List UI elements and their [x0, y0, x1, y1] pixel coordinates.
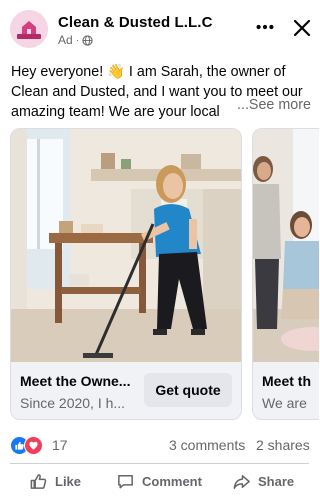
get-quote-button[interactable]: Get quote	[144, 373, 232, 407]
card-footer: Meet th We are	[253, 362, 319, 419]
like-label: Like	[55, 473, 82, 489]
close-icon	[293, 19, 311, 37]
share-label: Share	[258, 473, 295, 489]
card-image-team[interactable]	[253, 129, 319, 362]
love-reaction-icon	[24, 436, 43, 455]
post-header: Clean & Dusted L.L.C Ad ·	[0, 0, 319, 56]
card-title[interactable]: Meet the Owne...	[20, 373, 142, 389]
post-meta: Ad ·	[58, 33, 93, 47]
post-actions: Like Comment Share	[0, 465, 319, 497]
card-subtitle: We are	[262, 395, 307, 411]
comment-label: Comment	[142, 473, 202, 489]
comment-button[interactable]: Comment	[116, 469, 202, 493]
reaction-count[interactable]: 17	[52, 437, 68, 453]
carousel-card[interactable]: Meet th We are	[252, 128, 319, 420]
ad-carousel[interactable]: Meet the Owne... Since 2020, I h... Get …	[0, 128, 319, 423]
thumbs-up-icon	[30, 473, 47, 489]
comments-count[interactable]: 3 comments	[169, 437, 245, 453]
page-avatar[interactable]	[10, 10, 48, 48]
globe-icon	[82, 34, 93, 46]
more-options-button[interactable]	[252, 14, 278, 40]
close-button[interactable]	[290, 16, 314, 40]
share-button[interactable]: Share	[232, 469, 294, 493]
card-title[interactable]: Meet th	[262, 373, 311, 389]
share-icon	[233, 474, 250, 489]
comment-icon	[118, 474, 133, 488]
card-subtitle: Since 2020, I h...	[20, 395, 126, 411]
reactions-summary: 17 3 comments 2 shares	[0, 432, 319, 458]
sponsored-label[interactable]: Ad	[58, 33, 73, 47]
page-name[interactable]: Clean & Dusted L.L.C	[58, 14, 213, 31]
card-image-owner-mopping[interactable]	[11, 129, 241, 362]
reaction-icons[interactable]	[10, 436, 50, 455]
post-body-text: Hey everyone! 👋 I am Sarah, the owner of…	[11, 64, 303, 120]
divider	[10, 463, 309, 464]
card-footer: Meet the Owne... Since 2020, I h... Get …	[11, 362, 241, 419]
more-horizontal-icon	[256, 24, 274, 30]
see-more-link[interactable]: ...See more	[237, 97, 311, 113]
shares-count[interactable]: 2 shares	[256, 437, 310, 453]
like-button[interactable]: Like	[29, 469, 81, 493]
clean-and-dusted-logo	[10, 10, 48, 48]
facebook-ad-post: Clean & Dusted L.L.C Ad · Hey everyone! …	[0, 0, 319, 497]
carousel-card[interactable]: Meet the Owne... Since 2020, I h... Get …	[10, 128, 242, 420]
meta-separator: ·	[75, 34, 80, 46]
